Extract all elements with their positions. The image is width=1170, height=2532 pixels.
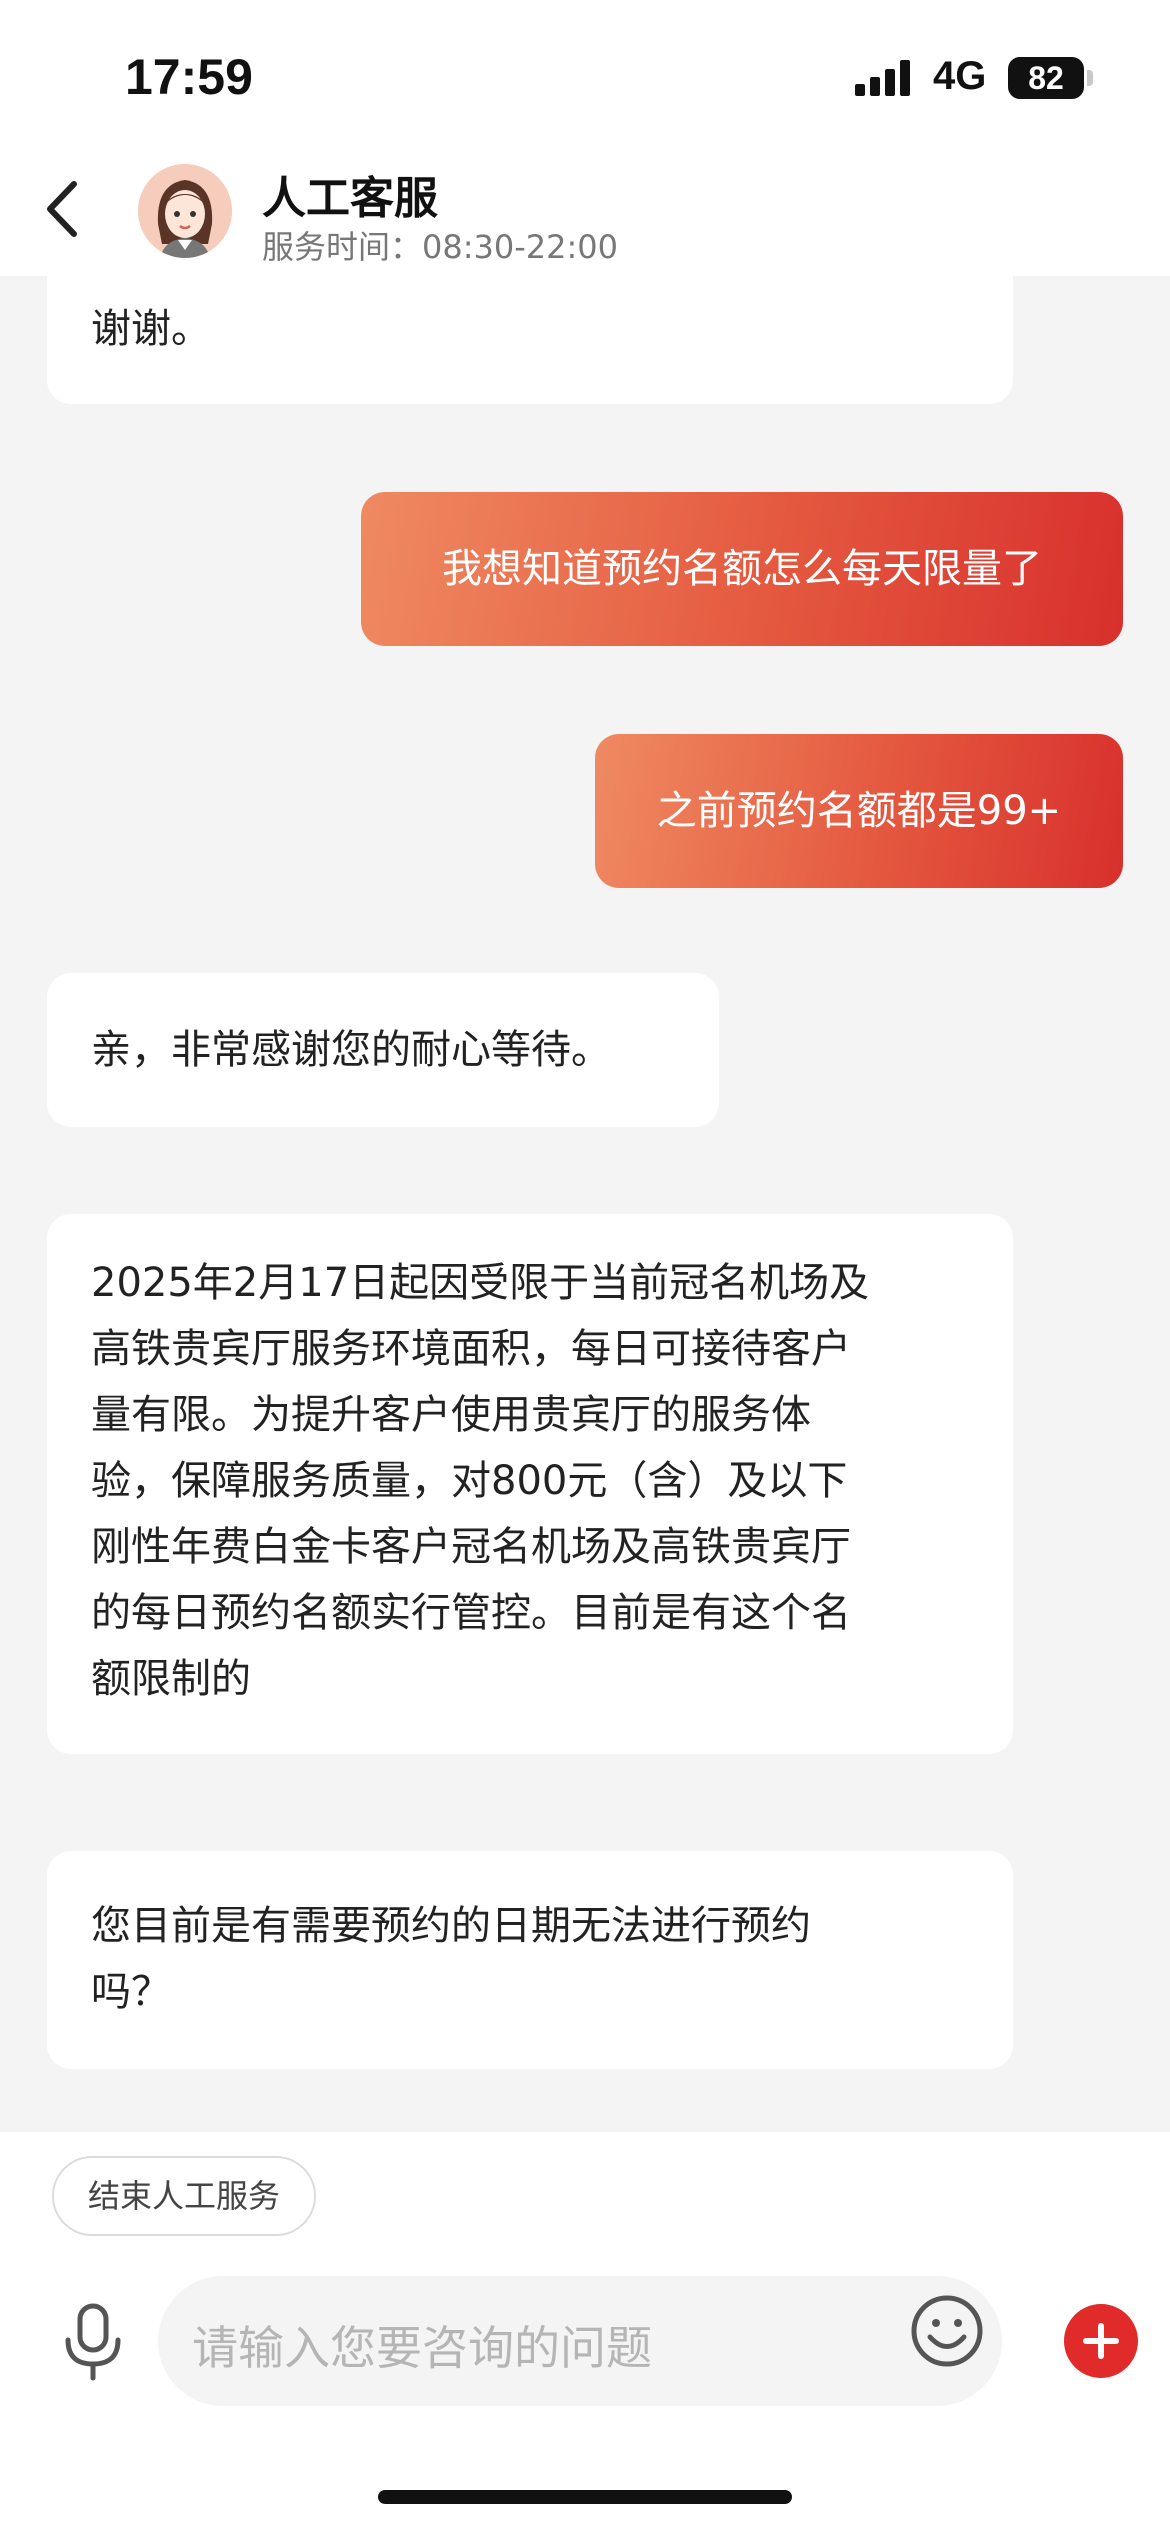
status-bar: 17:59 4G 82 xyxy=(0,0,1170,150)
cut-off-line xyxy=(91,276,969,296)
message-line: 高铁贵宾厅服务环境面积，每日可接待客户 xyxy=(91,1326,851,1372)
user-message: 我想知道预约名额怎么每天限量了 xyxy=(361,492,1123,646)
battery-icon: 82 xyxy=(1008,57,1084,99)
network-label: 4G xyxy=(933,54,987,98)
message-text: 之前预约名额都是99+ xyxy=(656,788,1062,834)
agent-message: 2025年2月17日起因受限于当前冠名机场及 高铁贵宾厅服务环境面积，每日可接待… xyxy=(47,1214,1013,1754)
agent-name: 人工客服 xyxy=(262,173,438,224)
avatar-illustration-icon xyxy=(138,164,232,258)
microphone-icon[interactable] xyxy=(58,2302,128,2382)
agent-message: 谢谢。 xyxy=(47,276,1013,404)
battery-nub xyxy=(1087,70,1093,86)
message-line: 您目前是有需要预约的日期无法进行预约 xyxy=(91,1903,811,1949)
end-service-button[interactable]: 结束人工服务 xyxy=(52,2156,317,2236)
chat-header: 人工客服 服务时间：08:30-22:00 xyxy=(0,150,1170,276)
avatar[interactable] xyxy=(138,164,232,258)
input-placeholder: 请输入您要咨询的问题 xyxy=(192,2321,652,2375)
input-panel: 结束人工服务 请输入您要咨询的问题 xyxy=(0,2132,1170,2532)
chat-messages[interactable]: 谢谢。 我想知道预约名额怎么每天限量了 之前预约名额都是99+ 亲，非常感谢您的… xyxy=(0,276,1170,2132)
emoji-icon[interactable] xyxy=(910,2294,984,2368)
service-hours: 服务时间：08:30-22:00 xyxy=(262,228,618,266)
message-input[interactable]: 请输入您要咨询的问题 xyxy=(158,2276,1002,2406)
message-line: 额限制的 xyxy=(91,1656,251,1702)
message-line: 量有限。为提升客户使用贵宾厅的服务体 xyxy=(91,1392,811,1438)
message-text: 亲，非常感谢您的耐心等待。 xyxy=(91,1027,611,1073)
plus-icon xyxy=(1083,2323,1119,2359)
message-line: 2025年2月17日起因受限于当前冠名机场及 xyxy=(91,1260,870,1306)
back-icon[interactable] xyxy=(40,174,90,244)
agent-message: 亲，非常感谢您的耐心等待。 xyxy=(47,973,719,1127)
signal-icon xyxy=(855,60,910,96)
status-time: 17:59 xyxy=(125,49,253,105)
message-text: 谢谢。 xyxy=(91,306,211,352)
message-line: 的每日预约名额实行管控。目前是有这个名 xyxy=(91,1590,851,1636)
message-line: 验，保障服务质量，对800元（含）及以下 xyxy=(91,1458,848,1504)
agent-message: 您目前是有需要预约的日期无法进行预约 吗？ xyxy=(47,1851,1013,2069)
home-indicator xyxy=(378,2490,792,2504)
user-message: 之前预约名额都是99+ xyxy=(595,734,1123,888)
message-line: 吗？ xyxy=(91,1969,171,2015)
message-line: 刚性年费白金卡客户冠名机场及高铁贵宾厅 xyxy=(91,1524,851,1570)
plus-button[interactable] xyxy=(1064,2304,1138,2378)
message-text: 我想知道预约名额怎么每天限量了 xyxy=(442,546,1042,592)
